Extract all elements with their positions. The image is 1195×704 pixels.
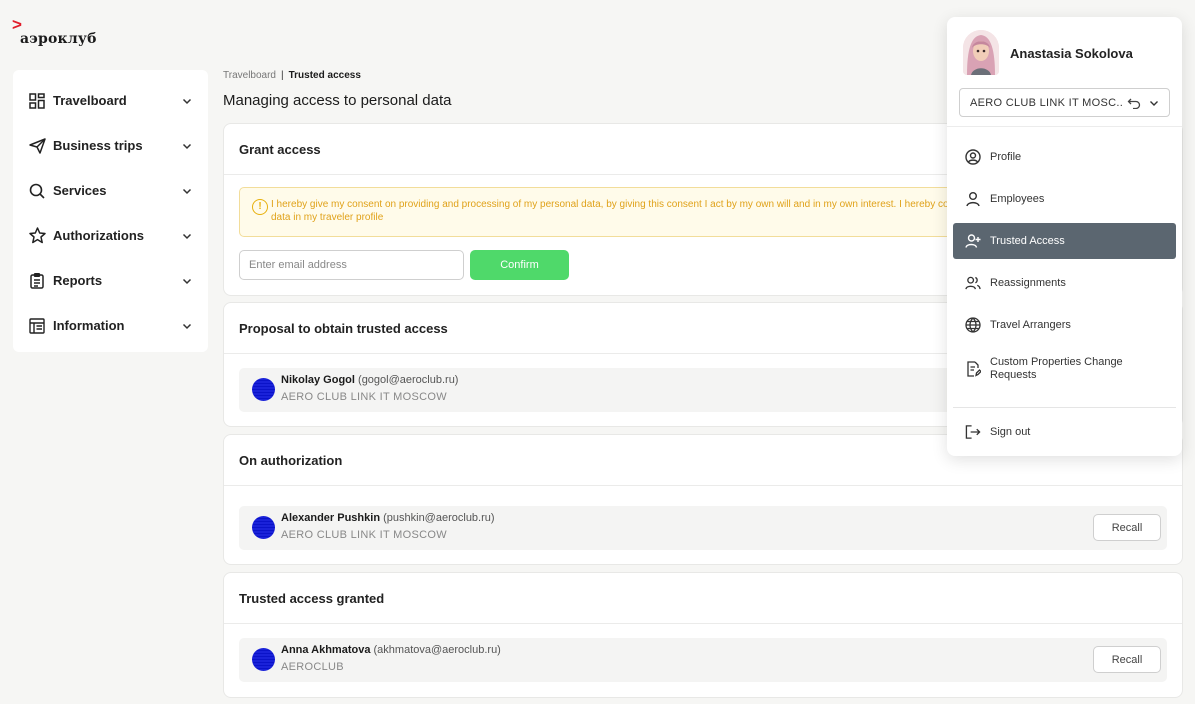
chevron-down-icon (1150, 100, 1158, 106)
breadcrumb-current: Trusted access (288, 70, 361, 81)
users-icon (965, 275, 981, 291)
avatar (252, 648, 275, 671)
search-icon (28, 182, 46, 200)
person-name: Alexander Pushkin (281, 512, 381, 524)
person-org: AERO CLUB LINK IT MOSCOW (281, 529, 447, 541)
menu-item-custom-properties[interactable]: Custom Properties Change Requests (953, 349, 1176, 389)
person-row: Alexander Pushkin (pushkin@aeroclub.ru) … (239, 506, 1167, 550)
logo-text: аэроклуб (20, 31, 97, 47)
person-email: (pushkin@aeroclub.ru) (383, 512, 495, 524)
avatar (252, 516, 275, 539)
chevron-down-icon (182, 98, 192, 104)
sidebar-item-travelboard[interactable]: Travelboard (13, 78, 208, 123)
chevron-down-icon (182, 143, 192, 149)
sidebar-item-label: Services (53, 183, 107, 198)
document-edit-icon (965, 361, 981, 377)
person-email: (akhmatova@aeroclub.ru) (373, 644, 501, 656)
breadcrumb-separator: | (281, 70, 284, 81)
menu-item-profile[interactable]: Profile (953, 139, 1176, 175)
globe-icon (965, 317, 981, 333)
menu-item-label: Reassignments (990, 277, 1066, 289)
breadcrumb-parent[interactable]: Travelboard (223, 70, 276, 81)
sidebar-item-label: Authorizations (53, 228, 144, 243)
menu-item-label: Sign out (990, 426, 1031, 438)
breadcrumb: Travelboard | Trusted access (223, 70, 361, 81)
warning-icon: ! (252, 199, 268, 215)
person-email: (gogol@aeroclub.ru) (358, 374, 459, 386)
menu-item-employees[interactable]: Employees (953, 181, 1176, 217)
menu-item-trusted-access[interactable]: Trusted Access (953, 223, 1176, 259)
chevron-down-icon (182, 323, 192, 329)
person-name: Nikolay Gogol (281, 374, 355, 386)
recall-button[interactable]: Recall (1093, 514, 1161, 541)
star-icon (28, 227, 46, 245)
logo[interactable]: > аэроклуб (12, 15, 112, 48)
company-select[interactable]: AERO CLUB LINK IT MOSC... (959, 88, 1170, 117)
dashboard-icon (28, 92, 46, 110)
user-menu-dropdown: Anastasia Sokolova AERO CLUB LINK IT MOS… (947, 17, 1182, 456)
menu-item-label: Profile (990, 151, 1022, 163)
menu-divider (953, 407, 1176, 408)
user-menu: Profile Employees Trusted Access Reassig… (953, 139, 1176, 395)
sidebar-item-label: Travelboard (53, 93, 127, 108)
sidebar-item-authorizations[interactable]: Authorizations (13, 213, 208, 258)
sidebar-item-information[interactable]: Information (13, 303, 208, 348)
sidebar-item-label: Reports (53, 273, 103, 288)
sidebar-item-label: Business trips (53, 138, 143, 153)
menu-item-label: Travel Arrangers (990, 319, 1071, 331)
sidebar-item-label: Information (53, 318, 125, 333)
sidebar-item-reports[interactable]: Reports (13, 258, 208, 303)
menu-item-sign-out[interactable]: Sign out (953, 414, 1176, 450)
sidebar: Travelboard Business trips Services Auth… (13, 70, 208, 352)
user-icon (965, 191, 981, 207)
switch-back-icon (1127, 98, 1141, 109)
person-org: AERO CLUB LINK IT MOSCOW (281, 391, 447, 403)
user-plus-icon (965, 233, 981, 249)
paper-plane-icon (28, 137, 46, 155)
menu-item-label: Trusted Access (990, 235, 1065, 247)
chevron-down-icon (182, 188, 192, 194)
card-title: Trusted access granted (224, 573, 1182, 624)
user-circle-icon (965, 149, 981, 165)
menu-item-label: Employees (990, 193, 1045, 205)
avatar (252, 378, 275, 401)
logo-mark: > (12, 15, 22, 34)
confirm-button[interactable]: Confirm (470, 250, 569, 280)
page-title: Managing access to personal data (223, 92, 452, 109)
sign-out-icon (965, 424, 981, 440)
person-name: Anna Akhmatova (281, 644, 371, 656)
menu-item-label: Custom Properties Change Requests (990, 356, 1123, 381)
recall-button[interactable]: Recall (1093, 646, 1161, 673)
trusted-access-granted-card: Trusted access granted Anna Akhmatova (a… (223, 572, 1183, 698)
info-grid-icon (28, 317, 46, 335)
user-avatar (963, 30, 999, 75)
menu-item-travel-arrangers[interactable]: Travel Arrangers (953, 307, 1176, 343)
company-select-value: AERO CLUB LINK IT MOSC... (970, 96, 1123, 109)
menu-item-reassignments[interactable]: Reassignments (953, 265, 1176, 301)
sidebar-item-services[interactable]: Services (13, 168, 208, 213)
user-name: Anastasia Sokolova (1010, 46, 1133, 61)
chevron-down-icon (182, 278, 192, 284)
sidebar-item-business-trips[interactable]: Business trips (13, 123, 208, 168)
email-input[interactable] (239, 250, 464, 280)
chevron-down-icon (182, 233, 192, 239)
person-org: AEROCLUB (281, 661, 344, 673)
clipboard-icon (28, 272, 46, 290)
person-row: Anna Akhmatova (akhmatova@aeroclub.ru) A… (239, 638, 1167, 682)
